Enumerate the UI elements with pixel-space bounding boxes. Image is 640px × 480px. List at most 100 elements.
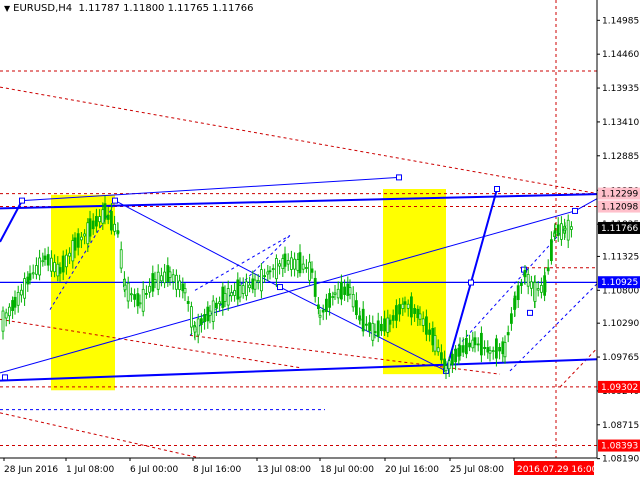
candle-body — [11, 300, 15, 311]
candle-body — [556, 224, 560, 237]
candle-body — [251, 278, 255, 290]
candle-body — [13, 296, 17, 308]
candle-body — [476, 343, 480, 346]
candle-body — [1, 310, 5, 332]
candle-body — [546, 267, 550, 272]
candle-body — [98, 216, 101, 223]
candle-body — [439, 352, 443, 361]
candle-body — [331, 296, 335, 298]
candle-body — [308, 261, 312, 281]
candle-body — [223, 293, 227, 302]
candle-body — [203, 314, 207, 323]
candle-body — [444, 365, 448, 372]
candle-body — [479, 332, 483, 356]
candle-body — [304, 267, 308, 269]
candle-body — [533, 282, 537, 302]
candle-body — [221, 286, 225, 308]
candle-body — [454, 348, 458, 363]
candle-body — [136, 293, 140, 307]
candle-body — [166, 265, 170, 283]
price-chart[interactable]: 1.149851.144601.139351.134101.128851.123… — [0, 0, 640, 480]
candle-body — [458, 345, 462, 357]
y-tick-label: 1.12885 — [602, 152, 639, 162]
candle-body — [80, 236, 83, 241]
candle-body — [73, 237, 77, 251]
anchor-point — [2, 374, 8, 381]
candle-body — [113, 223, 116, 232]
candle-body — [296, 259, 300, 271]
resistance-line — [559, 347, 598, 388]
candle-body — [68, 252, 71, 257]
candle-body — [271, 268, 275, 271]
candle-body — [156, 271, 160, 290]
candle-body — [523, 269, 527, 278]
candle-body — [38, 257, 41, 276]
candle-body — [233, 290, 237, 296]
candle-body — [398, 304, 402, 315]
candle-body — [358, 318, 362, 321]
highlight-zone — [383, 189, 446, 375]
y-tick-label: 1.08715 — [602, 421, 639, 431]
candle-body — [248, 284, 252, 289]
candle-body — [336, 288, 340, 299]
candle-body — [183, 288, 187, 294]
candle-body — [553, 230, 557, 234]
candle-body — [376, 320, 380, 338]
candle-body — [65, 254, 68, 268]
candle-body — [513, 295, 517, 309]
candle-body — [298, 252, 302, 274]
candle-body — [266, 271, 270, 275]
candle-body — [421, 318, 425, 326]
candle-body — [346, 283, 350, 296]
candle-body — [354, 300, 358, 316]
candle-body — [570, 226, 573, 230]
candle-body — [19, 289, 23, 296]
candle-body — [313, 277, 317, 297]
candle-body — [520, 282, 523, 286]
candle-body — [53, 262, 56, 273]
candle-body — [58, 267, 62, 274]
candle-body — [383, 318, 387, 332]
candle-body — [95, 216, 98, 227]
candle-body — [321, 309, 325, 313]
candle-body — [560, 223, 563, 240]
candle-body — [61, 255, 65, 273]
candle-body — [450, 353, 454, 365]
candle-body — [206, 306, 210, 322]
trend-line — [0, 200, 23, 243]
x-tick-label: 2016.07.29 16:00 — [517, 465, 598, 475]
candle-body — [436, 347, 440, 353]
candle-body — [488, 350, 492, 354]
price-label: 1.11766 — [601, 224, 638, 234]
x-tick-label: 25 Jul 08:00 — [450, 465, 504, 475]
candle-body — [274, 258, 278, 280]
anchor-point — [19, 197, 25, 204]
x-tick-label: 28 Jun 2016 — [4, 465, 58, 475]
candle-body — [31, 272, 35, 275]
x-tick-label: 18 Jul 00:00 — [320, 465, 374, 475]
y-tick-label: 1.11325 — [602, 252, 639, 262]
candle-body — [119, 249, 123, 269]
candle-body — [418, 313, 422, 320]
candle-body — [263, 275, 267, 277]
candle-body — [413, 308, 417, 314]
candle-body — [409, 296, 413, 318]
candle-body — [433, 335, 437, 352]
x-tick-label: 20 Jul 16:00 — [385, 465, 439, 475]
candle-body — [50, 257, 53, 272]
candle-body — [41, 260, 45, 263]
candle-body — [226, 288, 230, 306]
candle-body — [498, 347, 502, 352]
candle-body — [316, 304, 320, 309]
candle-body — [491, 350, 495, 353]
anchor-point — [277, 284, 283, 291]
candle-body — [56, 263, 60, 277]
candle-body — [193, 326, 197, 333]
candle-body — [199, 318, 203, 325]
candle-body — [550, 239, 553, 261]
candle-body — [339, 281, 343, 300]
candle-body — [218, 301, 222, 304]
candle-body — [4, 312, 8, 319]
forecast-line — [470, 188, 498, 283]
candle-body — [391, 315, 395, 321]
